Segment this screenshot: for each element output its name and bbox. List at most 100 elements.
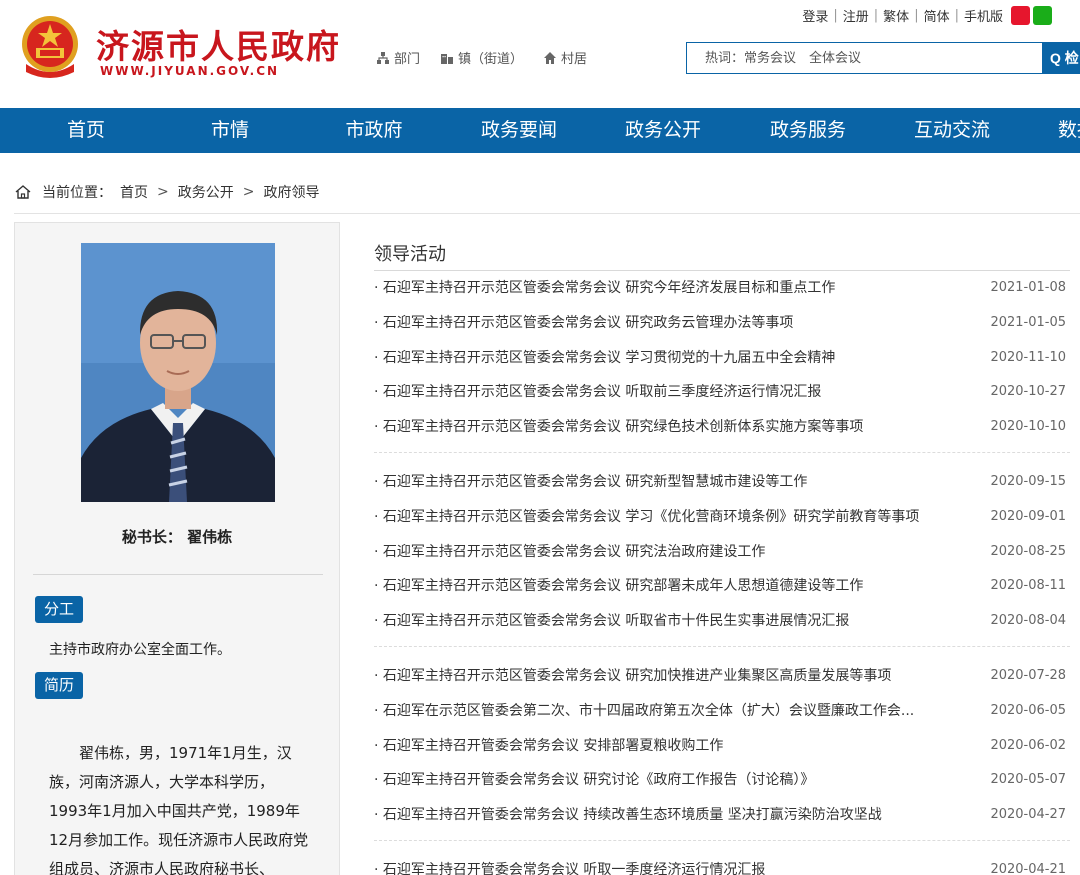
news-date: 2021-01-05 [990, 314, 1066, 330]
nav-item-home[interactable]: 首页 [67, 108, 105, 153]
separator: | [873, 8, 879, 23]
news-title[interactable]: · 石迎军主持召开示范区管委会常务会议 研究法治政府建设工作 [374, 535, 978, 570]
nav-item-interaction[interactable]: 互动交流 [914, 108, 990, 153]
wechat-icon[interactable] [1033, 6, 1052, 25]
news-title[interactable]: · 石迎军主持召开示范区管委会常务会议 研究加快推进产业集聚区高质量发展等事项 [374, 659, 978, 694]
weibo-icon[interactable] [1011, 6, 1030, 25]
search-box [686, 42, 1042, 74]
search-input[interactable] [687, 43, 1042, 73]
news-title[interactable]: · 石迎军主持召开示范区管委会常务会议 研究部署未成年人思想道德建设等工作 [374, 569, 978, 604]
duty-label: 分工 [35, 596, 84, 623]
nav-item-government-services[interactable]: 政务服务 [770, 108, 846, 153]
news-group: · 石迎军主持召开示范区管委会常务会议 研究加快推进产业集聚区高质量发展等事项 2… [374, 659, 1070, 841]
breadcrumb-separator: > [242, 184, 255, 200]
bio-label: 简历 [35, 672, 84, 699]
news-title[interactable]: · 石迎军主持召开示范区管委会常务会议 学习贯彻党的十九届五中全会精神 [374, 341, 978, 376]
activities-title: 领导活动 [374, 244, 446, 265]
quick-link-villages[interactable]: 村居 [543, 48, 587, 67]
main-nav: 首页 市情 市政府 政务要闻 政务公开 政务服务 互动交流 数据 [0, 108, 1080, 153]
news-item[interactable]: · 石迎军在示范区管委会第二次、市十四届政府第五次全体（扩大）会议暨廉政工作会.… [374, 694, 1070, 729]
breadcrumb-divider [14, 213, 1080, 214]
activities-news-list: · 石迎军主持召开示范区管委会常务会议 研究今年经济发展目标和重点工作 2021-… [374, 271, 1070, 875]
search-button[interactable]: Q 检 [1042, 42, 1080, 74]
quick-link-label: 村居 [561, 52, 588, 67]
news-date: 2020-08-25 [990, 543, 1066, 559]
register-link[interactable]: 注册 [843, 6, 869, 25]
site-url: WWW.JIYUAN.GOV.CN [100, 64, 280, 78]
news-date: 2020-06-02 [990, 737, 1066, 753]
news-item[interactable]: · 石迎军主持召开管委会常务会议 持续改善生态环境质量 坚决打赢污染防治攻坚战 2… [374, 798, 1070, 833]
nav-item-city-info[interactable]: 市情 [211, 108, 249, 153]
news-title[interactable]: · 石迎军主持召开管委会常务会议 研究讨论《政府工作报告（讨论稿）》 [374, 763, 978, 798]
news-title[interactable]: · 石迎军主持召开示范区管委会常务会议 听取省市十件民生实事进展情况汇报 [374, 604, 978, 639]
breadcrumb-home[interactable]: 首页 [120, 182, 148, 202]
nav-item-data[interactable]: 数据 [1058, 108, 1080, 153]
duty-text: 主持市政府办公室全面工作。 [49, 642, 231, 658]
traditional-chinese-link[interactable]: 繁体 [883, 6, 909, 25]
simplified-chinese-link[interactable]: 简体 [924, 6, 950, 25]
login-link[interactable]: 登录 [802, 6, 828, 25]
news-title[interactable]: · 石迎军主持召开示范区管委会常务会议 研究今年经济发展目标和重点工作 [374, 271, 978, 306]
top-links: 登录 | 注册 | 繁体 | 简体 | 手机版 [802, 6, 1052, 25]
news-title[interactable]: · 石迎军主持召开示范区管委会常务会议 研究绿色技术创新体系实施方案等事项 [374, 410, 978, 445]
leader-profile-panel: 秘书长： 翟伟栋 分工 主持市政府办公室全面工作。 简历 翟伟栋，男，1971年… [14, 222, 340, 875]
quick-link-departments[interactable]: 部门 [376, 48, 420, 67]
news-title[interactable]: · 石迎军主持召开示范区管委会常务会议 学习《优化营商环境条例》研究学前教育等事… [374, 500, 978, 535]
breadcrumb-government-leaders[interactable]: 政府领导 [263, 182, 319, 202]
site-header: 济源市人民政府 WWW.JIYUAN.GOV.CN 部门 镇（街道） 村居 登录… [0, 0, 1080, 108]
nav-item-city-government[interactable]: 市政府 [345, 108, 402, 153]
house-icon [544, 51, 557, 64]
nav-item-government-news[interactable]: 政务要闻 [481, 108, 557, 153]
mobile-version-link[interactable]: 手机版 [964, 6, 1003, 25]
bio-text: 翟伟栋，男，1971年1月生，汉族，河南济源人，大学本科学历，1993年1月加入… [49, 744, 309, 875]
home-icon [15, 185, 31, 199]
news-date: 2020-10-10 [990, 419, 1066, 435]
news-date: 2020-07-28 [990, 667, 1066, 683]
news-item[interactable]: · 石迎军主持召开示范区管委会常务会议 听取前三季度经济运行情况汇报 2020-1… [374, 375, 1070, 410]
news-date: 2020-09-15 [990, 473, 1066, 489]
quick-link-towns[interactable]: 镇（街道） [440, 48, 523, 67]
news-item[interactable]: · 石迎军主持召开示范区管委会常务会议 听取省市十件民生实事进展情况汇报 2020… [374, 604, 1070, 639]
breadcrumb-separator: > [157, 184, 169, 200]
news-item[interactable]: · 石迎军主持召开示范区管委会常务会议 学习贯彻党的十九届五中全会精神 2020-… [374, 341, 1070, 376]
news-item[interactable]: · 石迎军主持召开示范区管委会常务会议 研究今年经济发展目标和重点工作 2021-… [374, 271, 1070, 306]
news-item[interactable]: · 石迎军主持召开示范区管委会常务会议 研究绿色技术创新体系实施方案等事项 202… [374, 410, 1070, 445]
news-item[interactable]: · 石迎军主持召开示范区管委会常务会议 研究法治政府建设工作 2020-08-25 [374, 535, 1070, 570]
leader-name: 秘书长： 翟伟栋 [121, 528, 233, 546]
quick-link-label: 镇（街道） [458, 52, 524, 67]
separator: | [833, 8, 838, 23]
news-date: 2020-06-05 [990, 702, 1066, 718]
breadcrumb-prefix: 当前位置： [42, 185, 112, 201]
panel-divider [33, 574, 323, 575]
news-date: 2021-01-08 [990, 280, 1066, 295]
social-links [1011, 6, 1052, 25]
news-item[interactable]: · 石迎军主持召开示范区管委会常务会议 学习《优化营商环境条例》研究学前教育等事… [374, 500, 1070, 535]
news-date: 2020-04-27 [990, 807, 1066, 823]
org-chart-icon [377, 51, 389, 64]
news-title[interactable]: · 石迎军主持召开示范区管委会常务会议 研究新型智慧城市建设等工作 [374, 465, 978, 500]
nav-item-government-disclosure[interactable]: 政务公开 [625, 108, 701, 153]
building-icon [441, 53, 454, 64]
national-emblem-icon[interactable] [18, 14, 82, 80]
site-title[interactable]: 济源市人民政府 [96, 20, 341, 68]
news-item[interactable]: · 石迎军主持召开示范区管委会常务会议 研究加快推进产业集聚区高质量发展等事项 2… [374, 659, 1070, 694]
news-title[interactable]: · 石迎军在示范区管委会第二次、市十四届政府第五次全体（扩大）会议暨廉政工作会.… [374, 694, 978, 729]
news-item[interactable]: · 石迎军主持召开示范区管委会常务会议 研究新型智慧城市建设等工作 2020-09… [374, 465, 1070, 500]
quick-links: 部门 镇（街道） 村居 [376, 48, 587, 67]
news-title[interactable]: · 石迎军主持召开示范区管委会常务会议 听取前三季度经济运行情况汇报 [374, 375, 978, 410]
news-date: 2020-08-11 [990, 578, 1066, 594]
portrait-illustration [81, 243, 275, 502]
news-title[interactable]: · 石迎军主持召开管委会常务会议 持续改善生态环境质量 坚决打赢污染防治攻坚战 [374, 798, 978, 833]
news-title[interactable]: · 石迎军主持召开管委会常务会议 听取一季度经济运行情况汇报 [374, 853, 978, 875]
news-item[interactable]: · 石迎军主持召开管委会常务会议 安排部署夏粮收购工作 2020-06-02 [374, 729, 1070, 764]
news-date: 2020-10-27 [990, 384, 1066, 400]
news-item[interactable]: · 石迎军主持召开示范区管委会常务会议 研究部署未成年人思想道德建设等工作 202… [374, 569, 1070, 604]
news-group: · 石迎军主持召开示范区管委会常务会议 研究新型智慧城市建设等工作 2020-09… [374, 465, 1070, 647]
news-title[interactable]: · 石迎军主持召开示范区管委会常务会议 研究政务云管理办法等事项 [374, 306, 978, 341]
breadcrumb-government-disclosure[interactable]: 政务公开 [178, 182, 234, 202]
news-title[interactable]: · 石迎军主持召开管委会常务会议 安排部署夏粮收购工作 [374, 729, 978, 764]
news-item[interactable]: · 石迎军主持召开管委会常务会议 研究讨论《政府工作报告（讨论稿）》 2020-0… [374, 763, 1070, 798]
news-date: 2020-04-21 [990, 861, 1066, 875]
news-item[interactable]: · 石迎军主持召开示范区管委会常务会议 研究政务云管理办法等事项 2021-01-… [374, 306, 1070, 341]
news-item[interactable]: · 石迎军主持召开管委会常务会议 听取一季度经济运行情况汇报 2020-04-21 [374, 853, 1070, 875]
